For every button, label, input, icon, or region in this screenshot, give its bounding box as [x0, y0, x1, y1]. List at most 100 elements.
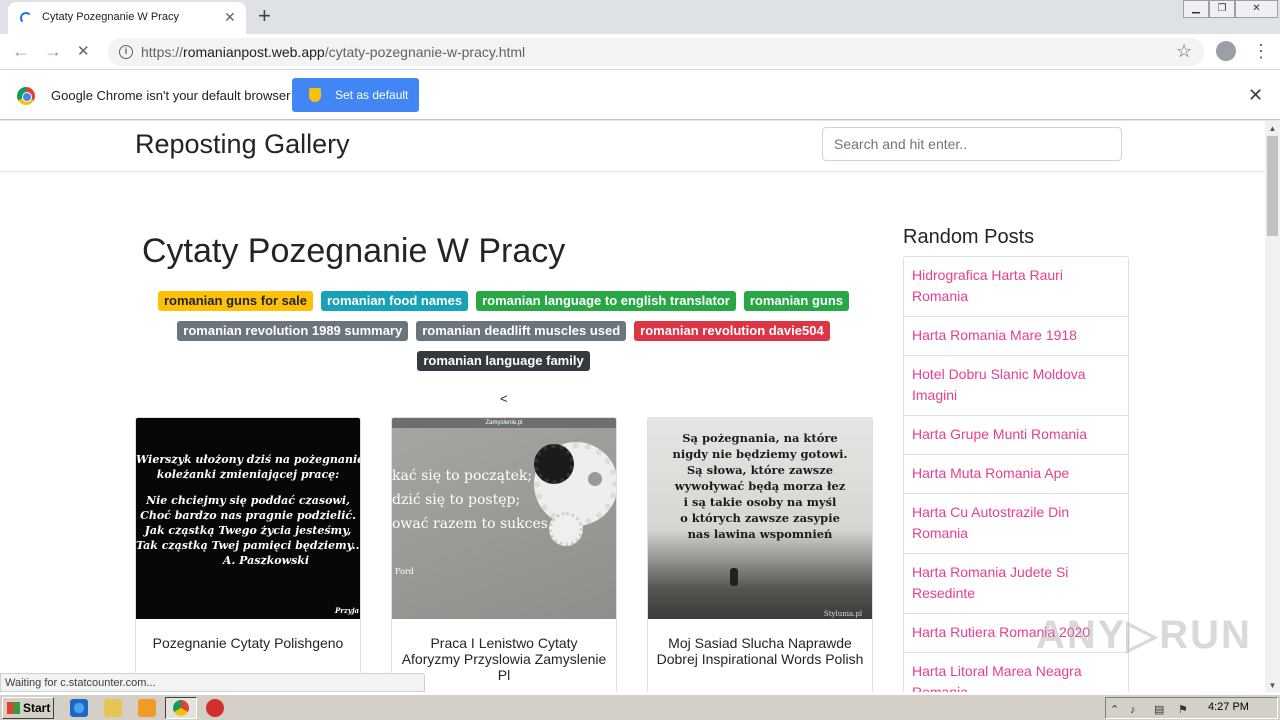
image-text: ować razem to sukces.	[392, 516, 553, 532]
set-as-default-label: Set as default	[335, 88, 409, 102]
card-image[interactable]: Są pożegnania, na które nigdy nie będzie…	[648, 418, 872, 619]
image-text: Ford	[395, 567, 414, 576]
random-post-link[interactable]: Hidrografica Harta Rauri Romania	[904, 257, 1128, 317]
image-text: i są takie osoby na myśl	[683, 495, 837, 509]
image-text: Stylunia.pl	[823, 610, 863, 618]
tag[interactable]: romanian guns	[743, 291, 850, 311]
tag[interactable]: romanian language family	[417, 351, 590, 371]
bookmark-star-icon[interactable]: ☆	[1176, 41, 1192, 62]
random-post-link[interactable]: Harta Romania Mare 1918	[904, 317, 1128, 356]
figure-graphic	[730, 568, 738, 586]
random-post-link[interactable]: Harta Grupe Munti Romania	[904, 416, 1128, 455]
windows-taskbar: Start ⌃ ♪ ▤ ⚑ 4:27 PM	[0, 694, 1280, 720]
internet-explorer-icon[interactable]	[70, 699, 88, 717]
site-header: Reposting Gallery	[0, 121, 1265, 172]
image-text: kać się to początek;	[392, 468, 533, 484]
image-text: Przyja	[334, 606, 360, 615]
file-explorer-icon[interactable]	[104, 699, 122, 717]
tray-expand-icon[interactable]: ⌃	[1110, 704, 1122, 716]
image-text: Jak cząstką Twego życia jesteśmy,	[144, 524, 352, 537]
action-center-flag-icon[interactable]: ⚑	[1178, 704, 1190, 716]
url-scheme: https://	[141, 44, 184, 60]
image-text: nas lawina wspomnień	[687, 527, 833, 541]
chrome-taskbar-button[interactable]	[165, 697, 197, 719]
image-text: Są słowa, które zawsze	[686, 463, 834, 477]
chrome-menu-icon[interactable]: ⋮	[1252, 41, 1270, 61]
gear-graphic	[549, 512, 583, 546]
browser-tab[interactable]: Cytaty Pozegnanie W Pracy ✕	[8, 2, 246, 34]
system-tray: ⌃ ♪ ▤ ⚑	[1105, 697, 1278, 719]
minimize-button[interactable]: ▁	[1183, 0, 1209, 18]
chrome-icon	[173, 700, 189, 716]
random-post-link[interactable]: Hotel Dobru Slanic Moldova Imagini	[904, 356, 1128, 416]
page-scrollbar[interactable]: ▲ ▼	[1265, 121, 1280, 692]
random-post-link[interactable]: Harta Romania Judete Si Resedinte	[904, 554, 1128, 614]
gear-graphic	[588, 472, 602, 486]
set-as-default-button[interactable]: Set as default	[292, 78, 419, 112]
card-title[interactable]: Pozegnanie Cytaty Polishgeno	[144, 635, 352, 651]
gallery-card[interactable]: Są pożegnania, na które nigdy nie będzie…	[647, 417, 873, 692]
image-header: Zamyslenie.pl	[392, 418, 616, 428]
forward-button[interactable]: →	[44, 40, 62, 62]
start-label: Start	[23, 701, 51, 715]
image-text: Wierszyk ułożony dziś na pożegnanie	[136, 453, 360, 466]
tag[interactable]: romanian guns for sale	[157, 291, 313, 311]
card-image[interactable]: Zamyslenie.pl kać się to początek; dzić …	[392, 418, 616, 619]
image-text: Choć bardzo nas pragnie podzielić.	[140, 509, 356, 522]
status-bubble: Waiting for c.statcounter.com...	[0, 673, 425, 692]
url-path: /cytaty-pozegnanie-w-pracy.html	[324, 44, 526, 60]
image-text: wywoływać będą morza łez	[674, 479, 846, 493]
taskbar-clock[interactable]: 4:27 PM	[1208, 701, 1249, 713]
scroll-down-arrow-icon[interactable]: ▼	[1265, 681, 1280, 690]
address-bar[interactable]: i https://romanianpost.web.app/cytaty-po…	[108, 38, 1204, 66]
tab-strip: Cytaty Pozegnanie W Pracy ✕ + ▁ ❐ ✕	[0, 0, 1280, 34]
image-text: o których zawsze zasypie	[680, 511, 840, 525]
profile-avatar-icon[interactable]	[1216, 41, 1236, 61]
web-page: Reposting Gallery Cytaty Pozegnanie W Pr…	[0, 121, 1265, 692]
image-text: Tak cząstką Twej pamięci będziemy...	[136, 539, 360, 552]
loading-spinner-icon	[20, 12, 32, 24]
image-text: nigdy nie będziemy gotowi.	[672, 447, 848, 461]
random-post-link[interactable]: Harta Cu Autostrazile Din Romania	[904, 494, 1128, 554]
site-info-icon[interactable]: i	[119, 45, 133, 59]
tag[interactable]: romanian language to english translator	[476, 291, 736, 311]
new-tab-button[interactable]: +	[258, 4, 271, 28]
start-button[interactable]: Start	[2, 697, 54, 719]
scroll-up-arrow-icon[interactable]: ▲	[1265, 124, 1280, 133]
image-text: A. Paszkowski	[222, 554, 310, 567]
pager-prev-link[interactable]: <	[500, 391, 508, 406]
uac-shield-icon	[309, 88, 321, 102]
site-brand[interactable]: Reposting Gallery	[135, 129, 350, 160]
sidebar-title: Random Posts	[903, 226, 1035, 248]
stop-loading-button[interactable]: ✕	[77, 41, 90, 63]
gear-graphic	[534, 444, 574, 484]
tag[interactable]: romanian revolution davie504	[634, 321, 830, 341]
random-post-link[interactable]: Harta Muta Romania Ape	[904, 455, 1128, 494]
default-browser-infobar: Google Chrome isn't your default browser…	[0, 70, 1280, 120]
random-post-link[interactable]: Harta Litoral Marea Neagra Romania	[904, 653, 1128, 692]
infobar-close-icon[interactable]: ✕	[1248, 85, 1263, 106]
tag[interactable]: romanian food names	[321, 291, 469, 311]
card-image[interactable]: Wierszyk ułożony dziś na pożegnanie kole…	[136, 418, 360, 619]
volume-icon[interactable]: ♪	[1130, 704, 1142, 716]
search-input[interactable]	[822, 127, 1122, 161]
image-text: dzić się to postęp;	[392, 492, 521, 508]
network-icon[interactable]: ▤	[1154, 704, 1166, 716]
gallery-card[interactable]: Zamyslenie.pl kać się to początek; dzić …	[391, 417, 617, 692]
window-close-button[interactable]: ✕	[1235, 0, 1278, 18]
infobar-message: Google Chrome isn't your default browser	[51, 88, 291, 103]
chrome-logo-icon	[17, 87, 35, 105]
tag[interactable]: romanian revolution 1989 summary	[177, 321, 409, 341]
gallery-card[interactable]: Wierszyk ułożony dziś na pożegnanie kole…	[135, 417, 361, 692]
restore-button[interactable]: ❐	[1209, 0, 1235, 18]
card-title[interactable]: Praca I Lenistwo Cytaty Aforyzmy Przyslo…	[400, 635, 608, 683]
opera-icon[interactable]	[206, 699, 224, 717]
tag[interactable]: romanian deadlift muscles used	[416, 321, 627, 341]
anyrun-watermark: ANY▷RUN	[1036, 613, 1252, 657]
card-title[interactable]: Moj Sasiad Slucha Naprawde Dobrej Inspir…	[656, 635, 864, 667]
back-button[interactable]: ←	[12, 40, 30, 62]
browser-toolbar: ← → ✕ i https://romanianpost.web.app/cyt…	[0, 34, 1280, 70]
media-player-icon[interactable]	[138, 699, 156, 717]
scroll-thumb[interactable]	[1267, 136, 1278, 236]
tab-close-icon[interactable]: ✕	[224, 9, 236, 25]
